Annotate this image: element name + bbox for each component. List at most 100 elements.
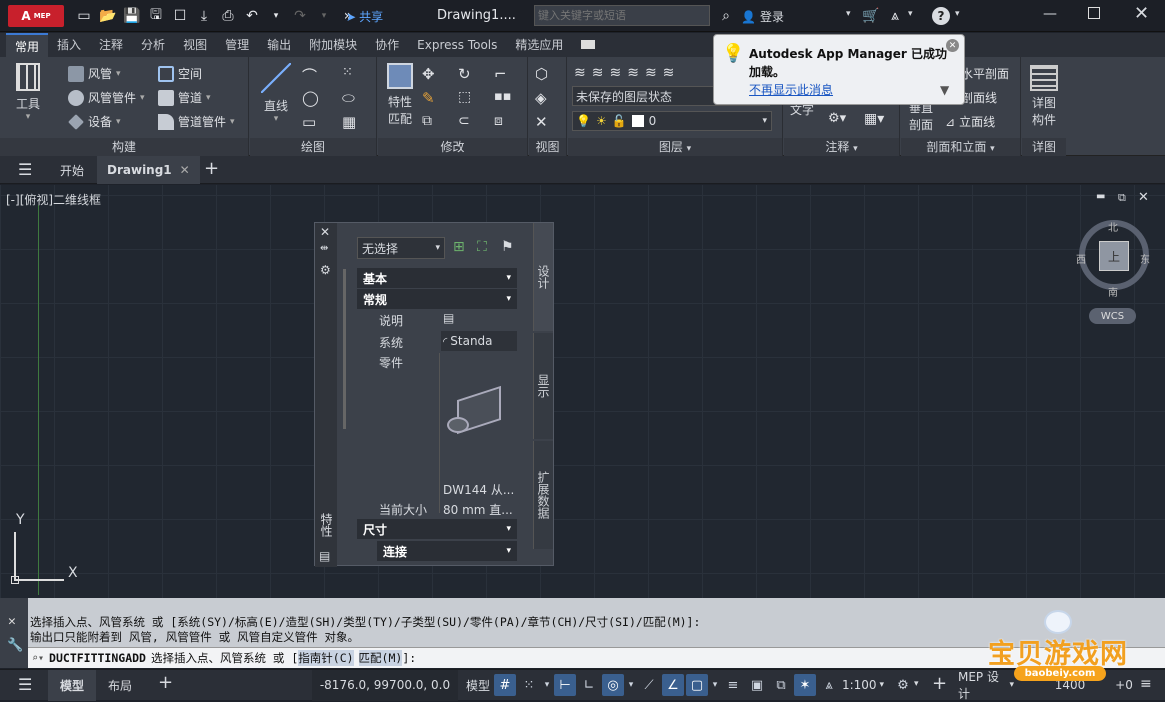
otrack-icon[interactable]: ∠: [662, 674, 684, 696]
space-button[interactable]: 空间: [158, 65, 202, 82]
layer-lock-icon[interactable]: ≋: [645, 65, 657, 81]
redo-dropdown-icon[interactable]: ▾: [314, 6, 334, 26]
offset-icon[interactable]: ⊂: [458, 113, 470, 129]
save-icon[interactable]: 💾: [122, 6, 142, 26]
layer-isolate-icon[interactable]: ≋: [609, 65, 621, 81]
tab-featured-apps[interactable]: 精选应用: [506, 33, 572, 57]
tab-collaborate[interactable]: 协作: [366, 33, 408, 57]
match-properties-button[interactable]: 特性 匹配: [382, 63, 418, 127]
app-menu-button[interactable]: A MEP: [8, 5, 64, 27]
palette-settings-icon[interactable]: ⚙: [320, 263, 331, 277]
new-icon[interactable]: ▭: [74, 6, 94, 26]
ortho-icon[interactable]: ∟: [578, 674, 600, 696]
tab-model[interactable]: 模型: [48, 669, 96, 701]
tab-layout[interactable]: 布局: [100, 670, 140, 701]
annotation-autoscale-icon[interactable]: ⩓: [818, 674, 840, 696]
compass-west[interactable]: 西: [1076, 251, 1086, 266]
select-objects-icon[interactable]: ⛶: [477, 239, 487, 255]
fillet-icon[interactable]: ⌐: [494, 65, 507, 83]
tab-drawing1[interactable]: Drawing1 ✕: [97, 156, 200, 184]
notification-expand-icon[interactable]: ▼: [940, 83, 949, 97]
array-icon[interactable]: ▪▪: [494, 89, 512, 104]
pipe-fitting-button[interactable]: 管道管件: [158, 113, 235, 130]
compass-north[interactable]: 北: [1108, 219, 1118, 234]
autodesk-dropdown-icon[interactable]: ▾: [908, 9, 913, 19]
section-general[interactable]: 常规 ▾: [357, 289, 517, 309]
polar-icon[interactable]: ◎: [602, 674, 624, 696]
autodesk-icon[interactable]: ⩓: [885, 6, 905, 26]
rotate-icon[interactable]: ↻: [458, 65, 471, 83]
layer-match-icon[interactable]: ≋: [663, 65, 675, 81]
tab-view[interactable]: 视图: [174, 33, 216, 57]
size-value[interactable]: 80 mm 直...: [443, 499, 517, 519]
command-recent-icon[interactable]: ⌕▾: [32, 653, 44, 664]
duct-button[interactable]: 风管: [68, 65, 121, 82]
compass-east[interactable]: 东: [1140, 251, 1150, 266]
duct-fitting-button[interactable]: 风管管件: [68, 89, 145, 106]
dont-show-again-link[interactable]: 不再显示此消息: [749, 81, 833, 98]
layers-expand-icon[interactable]: ▾: [687, 144, 692, 154]
section-connection[interactable]: 连接 ▾: [377, 541, 517, 561]
view-cube-icon[interactable]: ⬡: [535, 65, 548, 83]
viewport-restore-icon[interactable]: ⧉: [1118, 191, 1126, 205]
annotation-expand-icon[interactable]: ▾: [853, 144, 858, 154]
ribbon-display-toggle[interactable]: [572, 33, 604, 57]
line-button[interactable]: 直线 ▾: [258, 63, 294, 124]
hatch-icon[interactable]: ▦: [342, 113, 356, 131]
workspace-gear-dropdown-icon[interactable]: ▾: [914, 679, 919, 689]
description-icon[interactable]: ▤: [443, 311, 454, 325]
compass-south[interactable]: 南: [1108, 284, 1118, 299]
tab-output[interactable]: 输出: [258, 33, 300, 57]
move-icon[interactable]: ✥: [422, 65, 435, 83]
ellipse-icon[interactable]: ⬭: [342, 89, 355, 107]
viewport-close-icon[interactable]: ✕: [1138, 190, 1149, 205]
section-basic[interactable]: 基本 ▾: [357, 268, 517, 288]
visual-style-icon[interactable]: ◈: [535, 89, 547, 107]
new-tab-icon[interactable]: +: [204, 158, 219, 179]
tab-analyze[interactable]: 分析: [132, 33, 174, 57]
tab-manage[interactable]: 管理: [216, 33, 258, 57]
layer-select[interactable]: 💡 ☀ 🔓 0 ▾: [572, 111, 772, 131]
infer-icon[interactable]: ⊢: [554, 674, 576, 696]
annotation-monitor-icon[interactable]: +: [932, 673, 947, 694]
annotation-visibility-icon[interactable]: ✶: [794, 674, 816, 696]
tab-display[interactable]: 显示: [533, 333, 553, 439]
polyline-icon[interactable]: ⌒: [302, 65, 317, 86]
transparency-icon[interactable]: ▣: [746, 674, 768, 696]
add-layout-icon[interactable]: +: [158, 672, 173, 693]
view-cube-top[interactable]: 上: [1099, 241, 1129, 271]
osnap-icon[interactable]: ▢: [686, 674, 708, 696]
model-space-button[interactable]: 模型: [462, 670, 494, 701]
search-icon[interactable]: ⌕: [716, 6, 736, 26]
layer-properties-icon[interactable]: ≋: [574, 65, 586, 81]
cart-icon[interactable]: 🛒: [861, 6, 881, 26]
snap-icon[interactable]: ⁙: [518, 674, 540, 696]
tab-addins[interactable]: 附加模块: [300, 33, 366, 57]
rectangle-icon[interactable]: ▭: [302, 113, 316, 131]
maximize-icon[interactable]: [1088, 7, 1100, 19]
detail-component-button[interactable]: 详图 构件: [1026, 65, 1062, 128]
print-icon[interactable]: ⎙: [218, 6, 238, 26]
tab-design[interactable]: 设计: [533, 223, 553, 331]
tab-insert[interactable]: 插入: [48, 33, 90, 57]
polar-dropdown-icon[interactable]: ▾: [626, 674, 636, 696]
undo-dropdown-icon[interactable]: ▾: [266, 6, 286, 26]
part-preview-image[interactable]: [443, 383, 515, 447]
point-icon[interactable]: ⁙: [342, 65, 353, 80]
selection-cycling-icon[interactable]: ⧉: [770, 674, 792, 696]
toggle-pickadd-icon[interactable]: ⊞: [453, 239, 465, 255]
coordinates-readout[interactable]: -8176.0, 99700.0, 0.0: [312, 669, 458, 701]
minimize-icon[interactable]: —: [1043, 6, 1057, 22]
close-icon[interactable]: ✕: [1134, 3, 1149, 24]
command-customize-icon[interactable]: 🔧: [7, 638, 23, 653]
viewport-controls[interactable]: [-][俯视]二维线框: [6, 191, 101, 208]
web-mobile-icon[interactable]: ☐: [170, 6, 190, 26]
section-dimensions[interactable]: 尺寸 ▾: [357, 519, 517, 539]
tab-extended-data[interactable]: 扩展数据: [533, 441, 553, 549]
table-icon[interactable]: ▦▾: [864, 111, 884, 127]
help-dropdown-icon[interactable]: ▾: [955, 9, 960, 19]
tab-home[interactable]: 常用: [6, 33, 49, 57]
copy-icon[interactable]: ⧉: [422, 113, 432, 129]
mirror-icon[interactable]: ⬚: [458, 89, 471, 105]
undo-icon[interactable]: ↶: [242, 6, 262, 26]
